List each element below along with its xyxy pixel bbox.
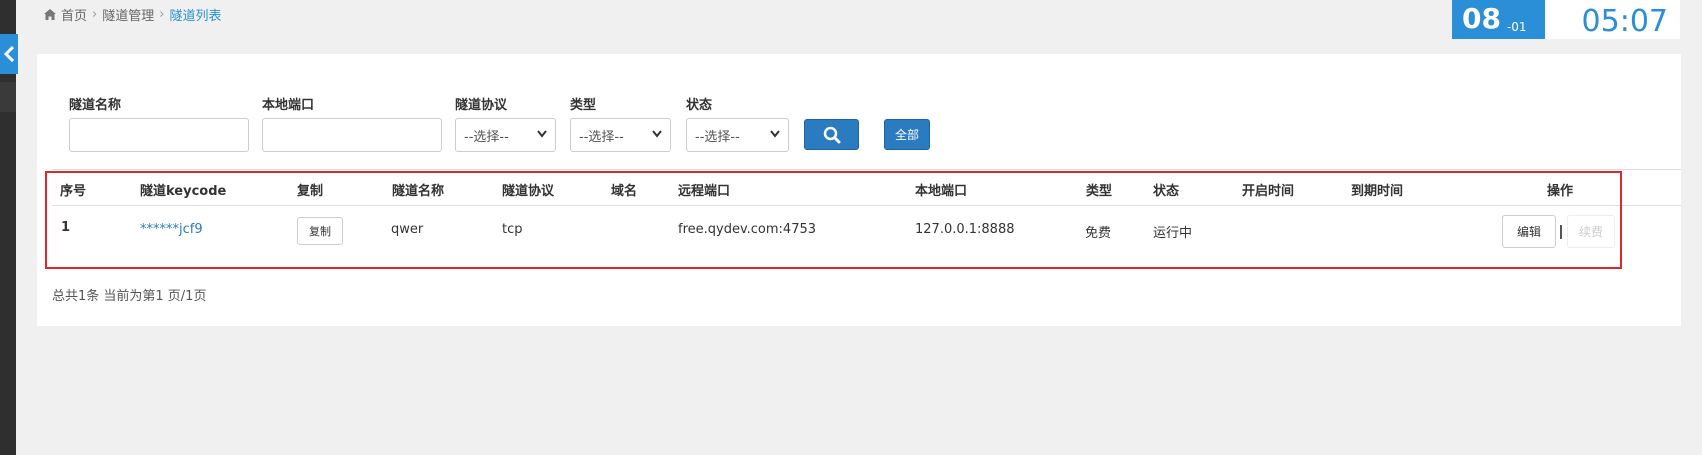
time-display: 05:07 [1545,0,1680,39]
col-header-type: 类型 [1086,184,1113,199]
search-icon [823,126,840,143]
type-label: 类型 [570,98,597,113]
status-label: 状态 [686,98,713,113]
chevron-down-icon [770,130,780,138]
cell-remote-port: free.qydev.com:4753 [678,222,817,237]
chevron-left-icon [4,46,14,62]
protocol-select[interactable]: --选择-- [455,118,556,152]
status-select-value: --选择-- [695,129,740,145]
cell-name: qwer [391,222,424,237]
breadcrumb: 首页 › 隧道管理 › 隧道列表 [44,5,221,24]
col-header-actions: 操作 [1547,184,1574,199]
tunnel-name-label: 隧道名称 [69,98,122,113]
breadcrumb-home[interactable]: 首页 [61,5,87,24]
cell-protocol: tcp [502,222,523,237]
search-button[interactable] [804,119,859,150]
pagination-summary: 总共1条 当前为第1 页/1页 [52,289,207,304]
edit-button[interactable]: 编辑 [1502,215,1556,248]
breadcrumb-separator-icon: › [92,7,98,22]
action-divider [1560,225,1562,239]
chevron-down-icon [652,130,662,138]
type-select[interactable]: --选择-- [570,118,671,152]
table-top-border [52,169,1681,170]
local-port-input[interactable] [262,118,442,152]
col-header-expire-time: 到期时间 [1351,184,1404,199]
local-port-label: 本地端口 [262,98,315,113]
col-header-copy: 复制 [297,184,324,199]
cell-keycode[interactable]: ******jcf9 [140,222,203,237]
cell-status: 运行中 [1153,226,1193,241]
sidebar-collapse-button[interactable] [0,34,18,74]
col-header-local-port: 本地端口 [915,184,968,199]
tunnel-name-input[interactable] [69,118,249,152]
chevron-down-icon [537,130,547,138]
home-icon [44,9,56,20]
sidebar-band [0,82,16,112]
type-select-value: --选择-- [579,129,624,145]
breadcrumb-current: 隧道列表 [169,9,222,24]
breadcrumb-separator-icon: › [159,7,165,22]
renew-button[interactable]: 续费 [1567,215,1615,248]
show-all-button[interactable]: 全部 [884,119,930,150]
table-header-border [52,205,1681,206]
col-header-name: 隧道名称 [392,184,445,199]
main-panel: 隧道名称 本地端口 隧道协议 --选择-- 类型 --选择-- 状态 --选择-… [37,54,1681,326]
protocol-label: 隧道协议 [455,98,508,113]
date-display: 08 -01 [1452,0,1545,39]
col-header-protocol: 隧道协议 [502,184,555,199]
col-header-keycode: 隧道keycode [140,184,227,199]
col-header-remote-port: 远程端口 [678,184,731,199]
col-header-status: 状态 [1153,184,1180,199]
col-header-start-time: 开启时间 [1242,184,1295,199]
cell-index: 1 [61,220,71,235]
status-select[interactable]: --选择-- [686,118,789,152]
copy-button[interactable]: 复制 [297,217,343,245]
col-header-index: 序号 [60,184,87,199]
col-header-domain: 域名 [611,184,638,199]
cell-type: 免费 [1085,226,1112,241]
date-day: 08 [1462,2,1501,35]
breadcrumb-section[interactable]: 隧道管理 [102,5,154,24]
protocol-select-value: --选择-- [464,129,509,145]
date-month: -01 [1506,20,1527,34]
cell-local-port: 127.0.0.1:8888 [915,222,1015,237]
